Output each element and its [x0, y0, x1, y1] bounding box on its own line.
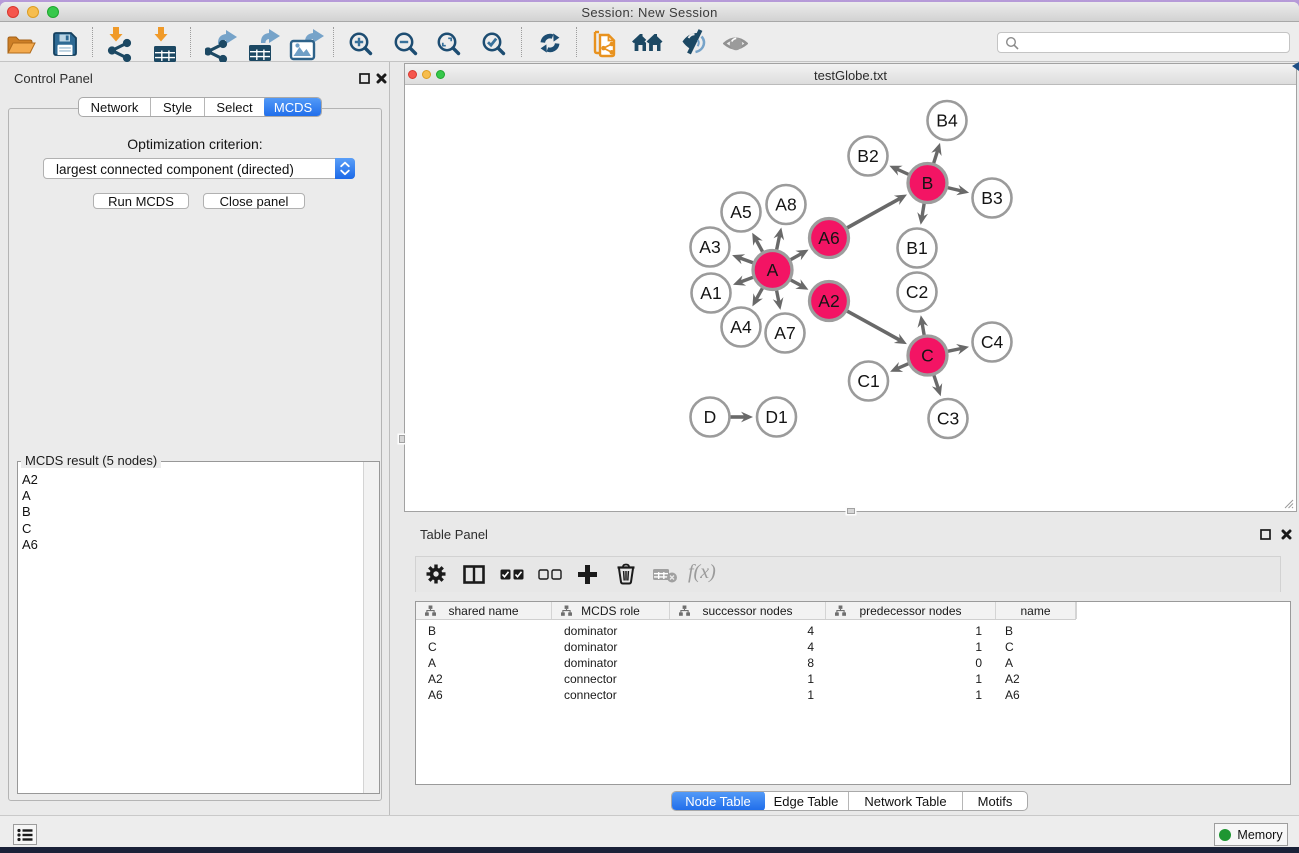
svg-text:A2: A2 — [818, 291, 839, 311]
svg-text:A3: A3 — [699, 237, 720, 257]
svg-text:A1: A1 — [700, 283, 721, 303]
svg-text:D1: D1 — [765, 407, 787, 427]
svg-text:A: A — [767, 260, 779, 280]
svg-text:A4: A4 — [730, 317, 752, 337]
svg-text:A7: A7 — [774, 323, 795, 343]
svg-text:B: B — [922, 173, 934, 193]
svg-text:C3: C3 — [937, 409, 959, 429]
svg-text:C4: C4 — [981, 332, 1004, 352]
svg-text:A8: A8 — [775, 195, 796, 215]
svg-text:A6: A6 — [818, 228, 839, 248]
svg-text:C: C — [921, 346, 934, 366]
svg-text:C1: C1 — [857, 371, 879, 391]
svg-text:A5: A5 — [730, 202, 751, 222]
svg-text:C2: C2 — [906, 282, 928, 302]
svg-text:D: D — [704, 407, 717, 427]
svg-text:B2: B2 — [857, 146, 878, 166]
svg-text:B3: B3 — [981, 188, 1002, 208]
svg-text:B4: B4 — [936, 111, 958, 131]
svg-text:B1: B1 — [906, 238, 927, 258]
